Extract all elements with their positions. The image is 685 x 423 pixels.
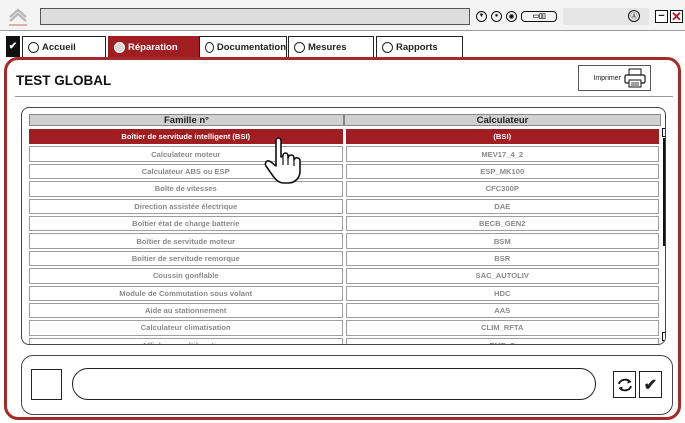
table-row[interactable]: Direction assistée électrique DAE [29, 198, 659, 215]
cell-famille[interactable]: Boîtier état de charge batterie [29, 215, 343, 232]
table-row[interactable]: Boîtier de servitude remorque BSR [29, 250, 659, 267]
print-label: Imprimer [593, 74, 621, 82]
page-title: TEST GLOBAL [16, 73, 112, 88]
tab-radio-icon [114, 41, 125, 53]
refresh-button[interactable] [613, 371, 636, 398]
table-row[interactable]: Calculateur moteur MEV17_4_2 [29, 145, 659, 162]
scroll-down-icon[interactable]: ▼ [662, 332, 665, 341]
cell-calculateur[interactable]: CFC300P [345, 181, 659, 197]
table-row[interactable]: Calculateur ABS ou ESP ESP_MK100 [29, 163, 659, 180]
tab-documentation[interactable]: Documentation [199, 36, 287, 57]
table-row[interactable]: Aide au stationnement AAS [29, 302, 659, 319]
user-icon[interactable]: ● [491, 10, 502, 22]
cell-famille[interactable]: Boîte de vitesses [29, 181, 343, 197]
cell-calculateur[interactable]: (BSI) [345, 129, 659, 145]
table-scrollbar[interactable]: ▲ ▼ [662, 128, 666, 341]
cell-calculateur[interactable]: MEV17_4_2 [345, 146, 659, 162]
header-divider [15, 96, 673, 97]
system-status-icons: ▼ ● ◉ ▭▯▯ [476, 7, 557, 25]
cell-famille[interactable]: Calculateur moteur [29, 146, 343, 162]
table-body: Boîtier de servitude intelligent (BSI) (B… [29, 128, 659, 344]
refresh-icon [617, 378, 632, 391]
network-icon[interactable]: ◉ [506, 10, 517, 22]
tab-mesures[interactable]: Mesures [288, 36, 374, 57]
table-row[interactable]: Afficheur multifonctionsEMF_C [29, 337, 659, 344]
main-panel: TEST GLOBAL Imprimer Famille n° Calculat… [4, 57, 681, 420]
scroll-up-icon[interactable]: ▲ [662, 128, 665, 137]
cell-calculateur[interactable]: BSR [345, 250, 659, 267]
cell-calculateur[interactable]: AAS [345, 302, 659, 319]
tab-label: Accueil [42, 41, 76, 53]
table-row[interactable]: Calculateur climatisation CLIM_RFTA [29, 319, 659, 336]
tab-label: Mesures [308, 41, 347, 53]
confirm-button[interactable]: ✔ [639, 371, 662, 398]
minimize-button[interactable]: − [655, 10, 668, 23]
scroll-grip-icon [665, 198, 666, 202]
printer-icon [624, 68, 646, 88]
tab-radio-icon [294, 41, 305, 53]
title-field [40, 8, 470, 25]
tab-label: Documentation [216, 41, 286, 53]
bottom-action-bar: ✔ [21, 355, 673, 415]
tab-label: Réparation [128, 41, 178, 53]
status-indicator [31, 369, 62, 400]
cell-calculateur[interactable]: BSM [345, 233, 659, 249]
battery-label: ▭▯▯ [532, 13, 546, 20]
cell-famille[interactable]: Aide au stationnement [29, 302, 343, 319]
cell-famille[interactable]: Boîtier de servitude intelligent (BSI) [29, 129, 343, 145]
table-row[interactable]: Boîtier de servitude moteur BSM [29, 232, 659, 249]
tab-accueil[interactable]: Accueil [22, 36, 106, 57]
cell-calculateur[interactable]: HDC [345, 285, 659, 301]
table-row[interactable]: Coussin gonflable SAC_AUTOLIV [29, 267, 659, 284]
tab-radio-icon [28, 41, 39, 53]
close-button[interactable]: ✕ [670, 10, 683, 23]
cell-famille[interactable]: Boîtier de servitude remorque [29, 250, 343, 267]
tab-rapports[interactable]: Rapports [376, 36, 463, 57]
cell-famille[interactable]: Calculateur climatisation [29, 320, 343, 336]
table-row[interactable]: Boîte de vitesses CFC300P [29, 180, 659, 197]
cell-calculateur[interactable]: EMF_C [345, 337, 659, 344]
print-button[interactable]: Imprimer [578, 65, 651, 91]
table-header: Famille n° Calculateur [29, 114, 661, 126]
battery-status-icon[interactable]: ▭▯▯ [521, 10, 557, 22]
cell-famille[interactable]: Boîtier de servitude moteur [29, 233, 343, 249]
tab-reparation[interactable]: Réparation [108, 36, 199, 57]
cell-famille[interactable]: Direction assistée électrique [29, 198, 343, 214]
scroll-thumb[interactable] [663, 138, 666, 246]
table-row[interactable]: Module de Commutation sous volant HDC [29, 285, 659, 302]
column-header-calculateur[interactable]: Calculateur [344, 114, 661, 126]
cell-calculateur[interactable]: SAC_AUTOLIV [345, 268, 659, 284]
ecu-table: Famille n° Calculateur Boîtier de servit… [21, 107, 666, 345]
table-row[interactable]: Boîtier état de charge batterie BECB_GEN2 [29, 215, 659, 232]
tab-radio-icon [205, 41, 214, 53]
chevron-down-icon[interactable]: ✔ [6, 36, 20, 57]
info-icon[interactable]: ▼ [476, 10, 487, 22]
cell-famille[interactable]: Afficheur multifonctions [29, 337, 343, 344]
cell-famille[interactable]: Coussin gonflable [29, 268, 343, 284]
title-bar: ▼ ● ◉ ▭▯▯ Ⓐ − ✕ [0, 0, 685, 31]
cell-calculateur[interactable]: DAE [345, 198, 659, 214]
tab-bar: ✔ Accueil Réparation Documentation Mesur… [0, 32, 685, 57]
cell-calculateur[interactable]: ESP_MK100 [345, 163, 659, 180]
table-row[interactable]: Boîtier de servitude intelligent (BSI) (B… [29, 128, 659, 145]
cell-famille[interactable]: Calculateur ABS ou ESP [29, 163, 343, 180]
message-field [72, 368, 596, 400]
cell-calculateur[interactable]: CLIM_RFTA [345, 320, 659, 336]
help-icon[interactable]: Ⓐ [628, 10, 640, 22]
tab-label: Rapports [396, 41, 438, 53]
column-header-famille[interactable]: Famille n° [29, 114, 344, 126]
tab-radio-icon [382, 41, 393, 53]
cell-calculateur[interactable]: BECB_GEN2 [345, 215, 659, 232]
brand-logo-icon [9, 8, 27, 26]
cell-famille[interactable]: Module de Commutation sous volant [29, 285, 343, 301]
